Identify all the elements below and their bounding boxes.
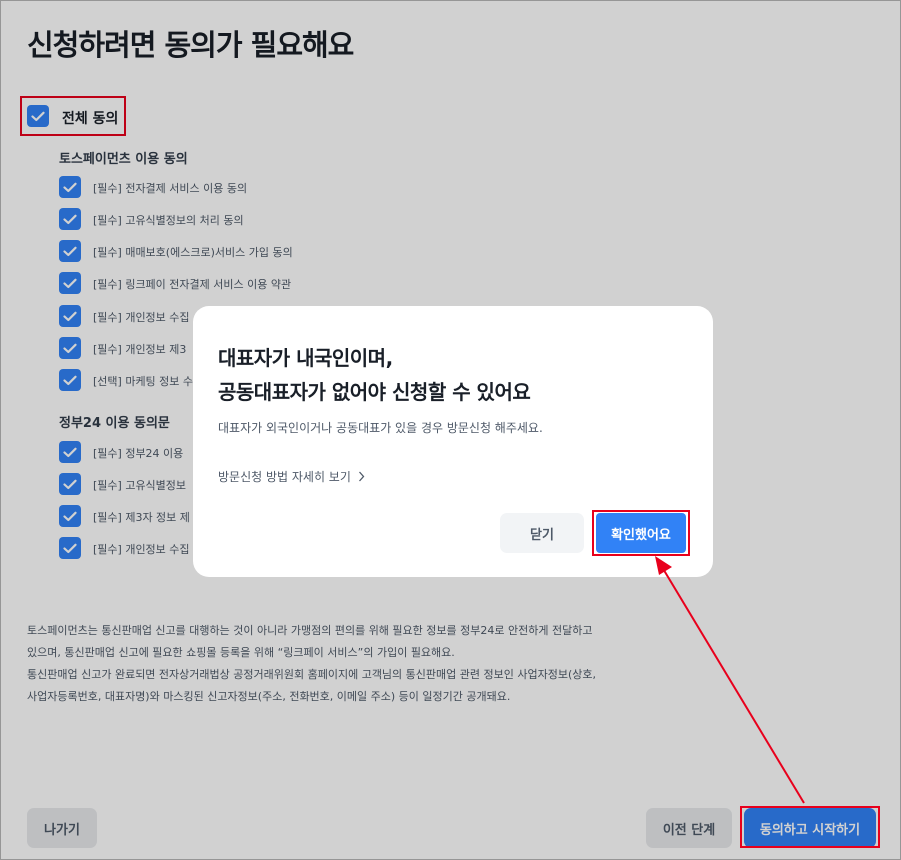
annotation-arrow (655, 556, 805, 804)
